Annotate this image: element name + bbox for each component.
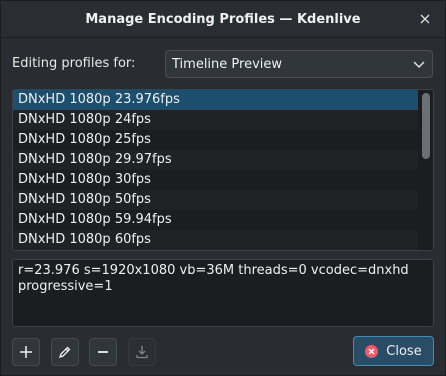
pencil-icon: [58, 346, 71, 359]
profiles-for-label: Editing profiles for:: [12, 56, 136, 71]
profile-parameters-text[interactable]: r=23.976 s=1920x1080 vb=36M threads=0 vc…: [12, 259, 434, 327]
profile-list-item[interactable]: DNxHD 1080p 25fps: [13, 130, 418, 150]
scrollbar-thumb[interactable]: [422, 93, 430, 159]
profile-list-item[interactable]: DNxHD 1080p 30fps: [13, 170, 418, 190]
window-close-button[interactable]: [415, 9, 435, 29]
profile-list-item[interactable]: DNxHD 1080p 60fps: [13, 230, 418, 250]
add-profile-button[interactable]: [12, 338, 40, 366]
close-icon: [420, 14, 430, 24]
close-circle-icon: [365, 344, 379, 358]
minus-icon: [98, 351, 108, 353]
profile-list-item[interactable]: DNxHD 1080p 59.94fps: [13, 210, 418, 230]
profiles-for-value: Timeline Preview: [172, 56, 283, 72]
profile-list-item[interactable]: DNxHD 1080p 23.976fps: [13, 90, 418, 110]
download-icon: [136, 346, 148, 359]
close-button-label: Close: [386, 343, 422, 359]
profile-list-scrollbar[interactable]: [422, 93, 430, 247]
plus-icon: [20, 346, 32, 358]
profile-list[interactable]: DNxHD 1080p 23.976fps DNxHD 1080p 24fps DN…: [12, 89, 434, 251]
profile-list-item[interactable]: DNxHD 1080p 24fps: [13, 110, 418, 130]
chevron-down-icon: [413, 61, 425, 69]
profile-list-item[interactable]: DNxHD 1080p 29.97fps: [13, 150, 418, 170]
title-bar[interactable]: Manage Encoding Profiles — Kdenlive: [1, 1, 445, 38]
edit-profile-button[interactable]: [51, 338, 79, 366]
remove-profile-button[interactable]: [89, 338, 117, 366]
profile-list-item[interactable]: DNxHD 1080p 50fps: [13, 190, 418, 210]
download-profile-button[interactable]: [128, 338, 156, 366]
profiles-for-select[interactable]: Timeline Preview: [165, 50, 433, 78]
close-button[interactable]: Close: [353, 336, 434, 366]
dialog-window: Manage Encoding Profiles — Kdenlive Edit…: [0, 0, 446, 376]
window-title: Manage Encoding Profiles — Kdenlive: [85, 11, 361, 27]
